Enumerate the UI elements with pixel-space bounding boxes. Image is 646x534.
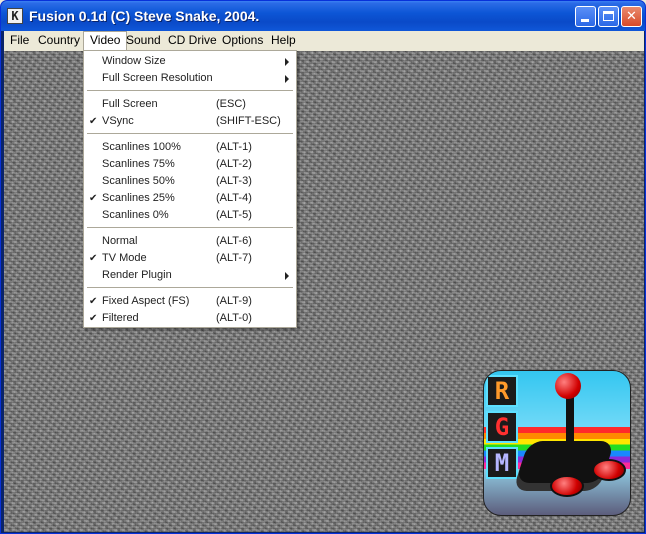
menu-item-label: Full Screen (102, 98, 158, 110)
logo-letter-r: R (486, 375, 518, 407)
menu-separator (87, 133, 293, 134)
menu-separator (87, 90, 293, 91)
minimize-icon (581, 19, 589, 22)
menu-item-shortcut: (ALT-2) (216, 158, 252, 170)
close-icon: ✕ (626, 9, 637, 24)
menu-item-shortcut: (ALT-4) (216, 192, 252, 204)
menu-item-label: Normal (102, 235, 138, 247)
menu-item-label: Scanlines 50% (102, 175, 175, 187)
menu-item-shortcut: (ALT-5) (216, 209, 252, 221)
menu-item-scanlines-0[interactable]: Scanlines 0% (ALT-5) (85, 207, 295, 224)
maximize-button[interactable] (598, 6, 619, 27)
check-icon: ✔ (89, 313, 98, 324)
menu-item-shortcut: (ALT-1) (216, 141, 252, 153)
check-icon: ✔ (89, 116, 98, 127)
logo-letter-m: M (486, 447, 518, 479)
menu-item-scanlines-50[interactable]: Scanlines 50% (ALT-3) (85, 173, 295, 190)
submenu-arrow-icon (285, 75, 289, 83)
menu-item-scanlines-25[interactable]: ✔ Scanlines 25% (ALT-4) (85, 190, 295, 207)
menu-separator (87, 227, 293, 228)
menu-item-shortcut: (ESC) (216, 98, 246, 110)
menu-item-shortcut: (ALT-9) (216, 295, 252, 307)
menu-item-filtered[interactable]: ✔ Filtered (ALT-0) (85, 310, 295, 327)
menu-item-full-screen[interactable]: Full Screen (ESC) (85, 96, 295, 113)
menu-item-tv-mode[interactable]: ✔ TV Mode (ALT-7) (85, 250, 295, 267)
minimize-button[interactable] (575, 6, 596, 27)
logo-letter-g: G (486, 411, 518, 443)
app-icon[interactable]: K (7, 8, 23, 24)
check-icon: ✔ (89, 193, 98, 204)
menu-file[interactable]: File (4, 31, 35, 50)
joystick-stick (566, 395, 574, 449)
menu-item-label: VSync (102, 115, 134, 127)
menu-item-scanlines-100[interactable]: Scanlines 100% (ALT-1) (85, 139, 295, 156)
menu-item-scanlines-75[interactable]: Scanlines 75% (ALT-2) (85, 156, 295, 173)
joystick-ball (555, 373, 581, 399)
close-button[interactable]: ✕ (621, 6, 642, 27)
menu-item-normal[interactable]: Normal (ALT-6) (85, 233, 295, 250)
menu-item-label: Scanlines 25% (102, 192, 175, 204)
menu-item-shortcut: (ALT-6) (216, 235, 252, 247)
menu-item-fixed-aspect[interactable]: ✔ Fixed Aspect (FS) (ALT-9) (85, 293, 295, 310)
menu-item-label: Scanlines 75% (102, 158, 175, 170)
menu-item-render-plugin[interactable]: Render Plugin (85, 267, 295, 284)
menu-country[interactable]: Country (32, 31, 86, 50)
menu-item-label: TV Mode (102, 252, 147, 264)
menu-item-label: Window Size (102, 55, 166, 67)
submenu-arrow-icon (285, 58, 289, 66)
check-icon: ✔ (89, 296, 98, 307)
joystick-button-right (592, 459, 626, 481)
menu-item-label: Fixed Aspect (FS) (102, 295, 190, 307)
menu-cd-drive[interactable]: CD Drive (162, 31, 223, 50)
menu-separator (87, 287, 293, 288)
menu-item-shortcut: (ALT-3) (216, 175, 252, 187)
menu-item-shortcut: (ALT-0) (216, 312, 252, 324)
video-menu-dropdown: Window Size Full Screen Resolution Full … (83, 50, 297, 328)
menu-item-vsync[interactable]: ✔ VSync (SHIFT-ESC) (85, 113, 295, 130)
menu-item-label: Filtered (102, 312, 139, 324)
menu-item-shortcut: (ALT-7) (216, 252, 252, 264)
menu-item-label: Scanlines 100% (102, 141, 181, 153)
menu-item-shortcut: (SHIFT-ESC) (216, 115, 281, 127)
maximize-icon (603, 11, 614, 21)
menu-item-window-size[interactable]: Window Size (85, 53, 295, 70)
menu-item-full-screen-resolution[interactable]: Full Screen Resolution (85, 70, 295, 87)
title-bar[interactable]: K Fusion 0.1d (C) Steve Snake, 2004. ✕ (1, 1, 645, 31)
window-title: Fusion 0.1d (C) Steve Snake, 2004. (29, 8, 260, 24)
joystick-button-left (550, 475, 584, 497)
menu-options[interactable]: Options (216, 31, 269, 50)
menu-bar: File Country Video Sound CD Drive Option… (4, 31, 644, 51)
menu-sound[interactable]: Sound (120, 31, 167, 50)
submenu-arrow-icon (285, 272, 289, 280)
rgm-logo: R G M (483, 370, 631, 516)
check-icon: ✔ (89, 253, 98, 264)
menu-item-label: Scanlines 0% (102, 209, 169, 221)
menu-item-label: Full Screen Resolution (102, 72, 213, 84)
menu-help[interactable]: Help (265, 31, 302, 50)
menu-item-label: Render Plugin (102, 269, 172, 281)
